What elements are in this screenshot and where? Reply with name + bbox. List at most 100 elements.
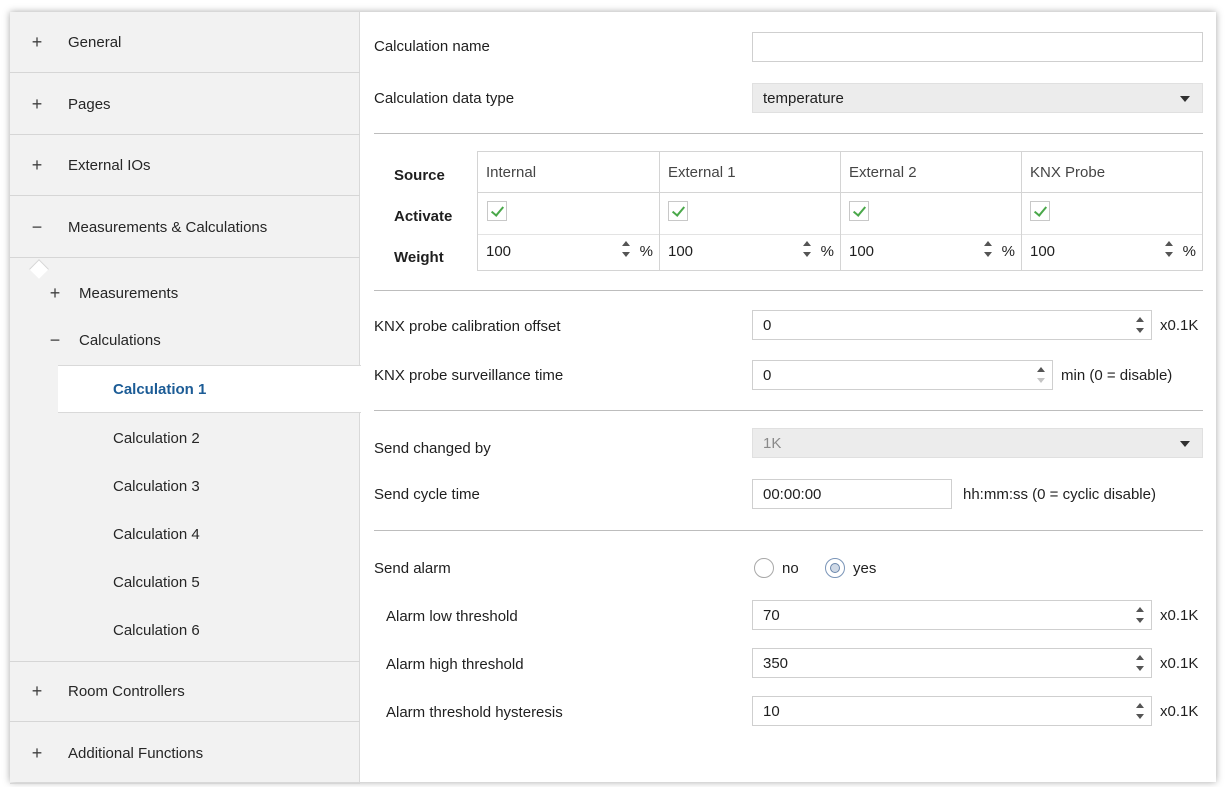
spinner-icon[interactable] xyxy=(1135,654,1145,672)
calc-name-label: Calculation name xyxy=(374,38,490,55)
divider xyxy=(374,410,1203,411)
expand-plus-icon: + xyxy=(31,154,43,175)
weight-external-2-input[interactable]: 100 % xyxy=(841,234,1021,268)
sidebar-item-label: General xyxy=(68,33,122,51)
alarm-high-input[interactable]: 350 xyxy=(752,648,1152,678)
source-column: 100 % xyxy=(477,192,660,271)
sidebar-subitem-measurements[interactable]: + Measurements xyxy=(10,271,360,316)
calc-type-label: Calculation data type xyxy=(374,90,515,107)
send-alarm-yes-radio[interactable] xyxy=(825,558,845,578)
sidebar-subitem-calculations[interactable]: − Calculations xyxy=(10,318,360,363)
send-changed-label: Send changed by xyxy=(374,440,491,457)
alarm-hyst-value: 10 xyxy=(763,702,780,720)
spinner-icon[interactable] xyxy=(1036,366,1046,384)
weight-unit: % xyxy=(1182,243,1196,260)
sidebar-item-label: Room Controllers xyxy=(68,683,185,700)
expand-plus-icon: + xyxy=(31,681,43,701)
expand-plus-icon: + xyxy=(49,283,61,303)
divider xyxy=(374,133,1203,134)
sidebar-calculation-1[interactable]: Calculation 1 xyxy=(58,365,361,413)
send-changed-value: 1K xyxy=(763,434,782,452)
spinner-icon[interactable] xyxy=(1135,606,1145,624)
alarm-high-unit: x0.1K xyxy=(1160,655,1199,672)
sidebar-item-external-ios[interactable]: + External IOs xyxy=(10,135,360,196)
sidebar-subitem-label: Measurements xyxy=(79,285,179,302)
spinner-icon[interactable] xyxy=(983,240,993,258)
sidebar-item-pages[interactable]: + Pages xyxy=(10,74,360,135)
divider xyxy=(374,290,1203,291)
sidebar-calculation-3[interactable]: Calculation 3 xyxy=(10,462,360,510)
weight-value: 100 xyxy=(1030,243,1056,260)
sidebar-item-measurements-calculations[interactable]: − Measurements & Calculations xyxy=(10,197,360,258)
sidebar-item-label: Additional Functions xyxy=(68,744,204,762)
sidebar-subitem-label: Calculations xyxy=(79,332,161,349)
spinner-icon[interactable] xyxy=(621,240,631,258)
spinner-icon[interactable] xyxy=(802,240,812,258)
send-changed-dropdown[interactable]: 1K xyxy=(752,428,1203,458)
calc-type-value: temperature xyxy=(763,89,844,107)
send-alarm-yes-label: yes xyxy=(853,560,877,577)
send-alarm-label: Send alarm xyxy=(374,560,451,577)
weight-value: 100 xyxy=(849,243,875,260)
spinner-icon[interactable] xyxy=(1135,702,1145,720)
alarm-low-unit: x0.1K xyxy=(1160,607,1199,624)
collapse-minus-icon: − xyxy=(49,330,61,350)
source-column: 100 % xyxy=(840,192,1022,271)
sidebar-item-additional-functions[interactable]: + Additional Functions xyxy=(10,723,360,784)
source-row-label: Source xyxy=(394,167,445,184)
chevron-down-icon xyxy=(1180,441,1190,447)
calib-offset-value: 0 xyxy=(763,316,772,334)
weight-knx-probe-input[interactable]: 100 % xyxy=(1022,234,1202,268)
send-alarm-no-radio[interactable] xyxy=(754,558,774,578)
activate-knx-probe-checkbox[interactable] xyxy=(1030,201,1050,221)
weight-value: 100 xyxy=(486,243,512,260)
sidebar-item-general[interactable]: + General xyxy=(10,12,360,73)
surv-time-unit: min (0 = disable) xyxy=(1061,367,1173,384)
source-col-external-2: External 2 xyxy=(840,151,1022,193)
send-alarm-no-label: no xyxy=(782,560,799,577)
weight-unit: % xyxy=(1001,243,1015,260)
expand-plus-icon: + xyxy=(31,31,43,52)
alarm-hyst-label: Alarm threshold hysteresis xyxy=(386,704,563,721)
send-cycle-input[interactable]: 00:00:00 xyxy=(752,479,952,509)
source-table: Internal 100 % External 1 100 % External… xyxy=(477,151,1203,271)
calc-type-dropdown[interactable]: temperature xyxy=(752,83,1203,113)
weight-internal-input[interactable]: 100 % xyxy=(478,234,659,268)
weight-unit: % xyxy=(639,243,653,260)
send-cycle-unit: hh:mm:ss (0 = cyclic disable) xyxy=(963,486,1156,503)
source-col-knx-probe: KNX Probe xyxy=(1021,151,1203,193)
calib-offset-input[interactable]: 0 xyxy=(752,310,1152,340)
weight-unit: % xyxy=(820,243,834,260)
sidebar-calculation-2[interactable]: Calculation 2 xyxy=(10,414,360,462)
sidebar: + General + Pages + External IOs − Measu… xyxy=(10,12,361,784)
activate-external-1-checkbox[interactable] xyxy=(668,201,688,221)
sidebar-item-room-controllers[interactable]: + Room Controllers xyxy=(10,661,360,722)
send-cycle-label: Send cycle time xyxy=(374,486,480,503)
alarm-hyst-input[interactable]: 10 xyxy=(752,696,1152,726)
alarm-low-label: Alarm low threshold xyxy=(386,608,518,625)
collapse-minus-icon: − xyxy=(31,216,43,237)
weight-row-label: Weight xyxy=(394,249,444,266)
calib-offset-unit: x0.1K xyxy=(1160,317,1199,334)
spinner-icon[interactable] xyxy=(1164,240,1174,258)
surv-time-input[interactable]: 0 xyxy=(752,360,1053,390)
activate-internal-checkbox[interactable] xyxy=(487,201,507,221)
weight-external-1-input[interactable]: 100 % xyxy=(660,234,840,268)
alarm-low-input[interactable]: 70 xyxy=(752,600,1152,630)
alarm-high-label: Alarm high threshold xyxy=(386,656,524,673)
source-col-external-1: External 1 xyxy=(659,151,841,193)
source-column: 100 % xyxy=(1021,192,1203,271)
sidebar-calculation-6[interactable]: Calculation 6 xyxy=(10,606,360,654)
surv-time-value: 0 xyxy=(763,366,772,384)
weight-value: 100 xyxy=(668,243,694,260)
sidebar-item-label: External IOs xyxy=(68,156,151,174)
sidebar-item-label: Pages xyxy=(68,95,111,113)
divider xyxy=(374,530,1203,531)
calc-name-input[interactable] xyxy=(752,32,1203,62)
sidebar-calculation-4[interactable]: Calculation 4 xyxy=(10,510,360,558)
source-col-internal: Internal xyxy=(477,151,660,193)
spinner-icon[interactable] xyxy=(1135,316,1145,334)
activate-external-2-checkbox[interactable] xyxy=(849,201,869,221)
sidebar-calculation-5[interactable]: Calculation 5 xyxy=(10,558,360,606)
alarm-high-value: 350 xyxy=(763,654,789,672)
